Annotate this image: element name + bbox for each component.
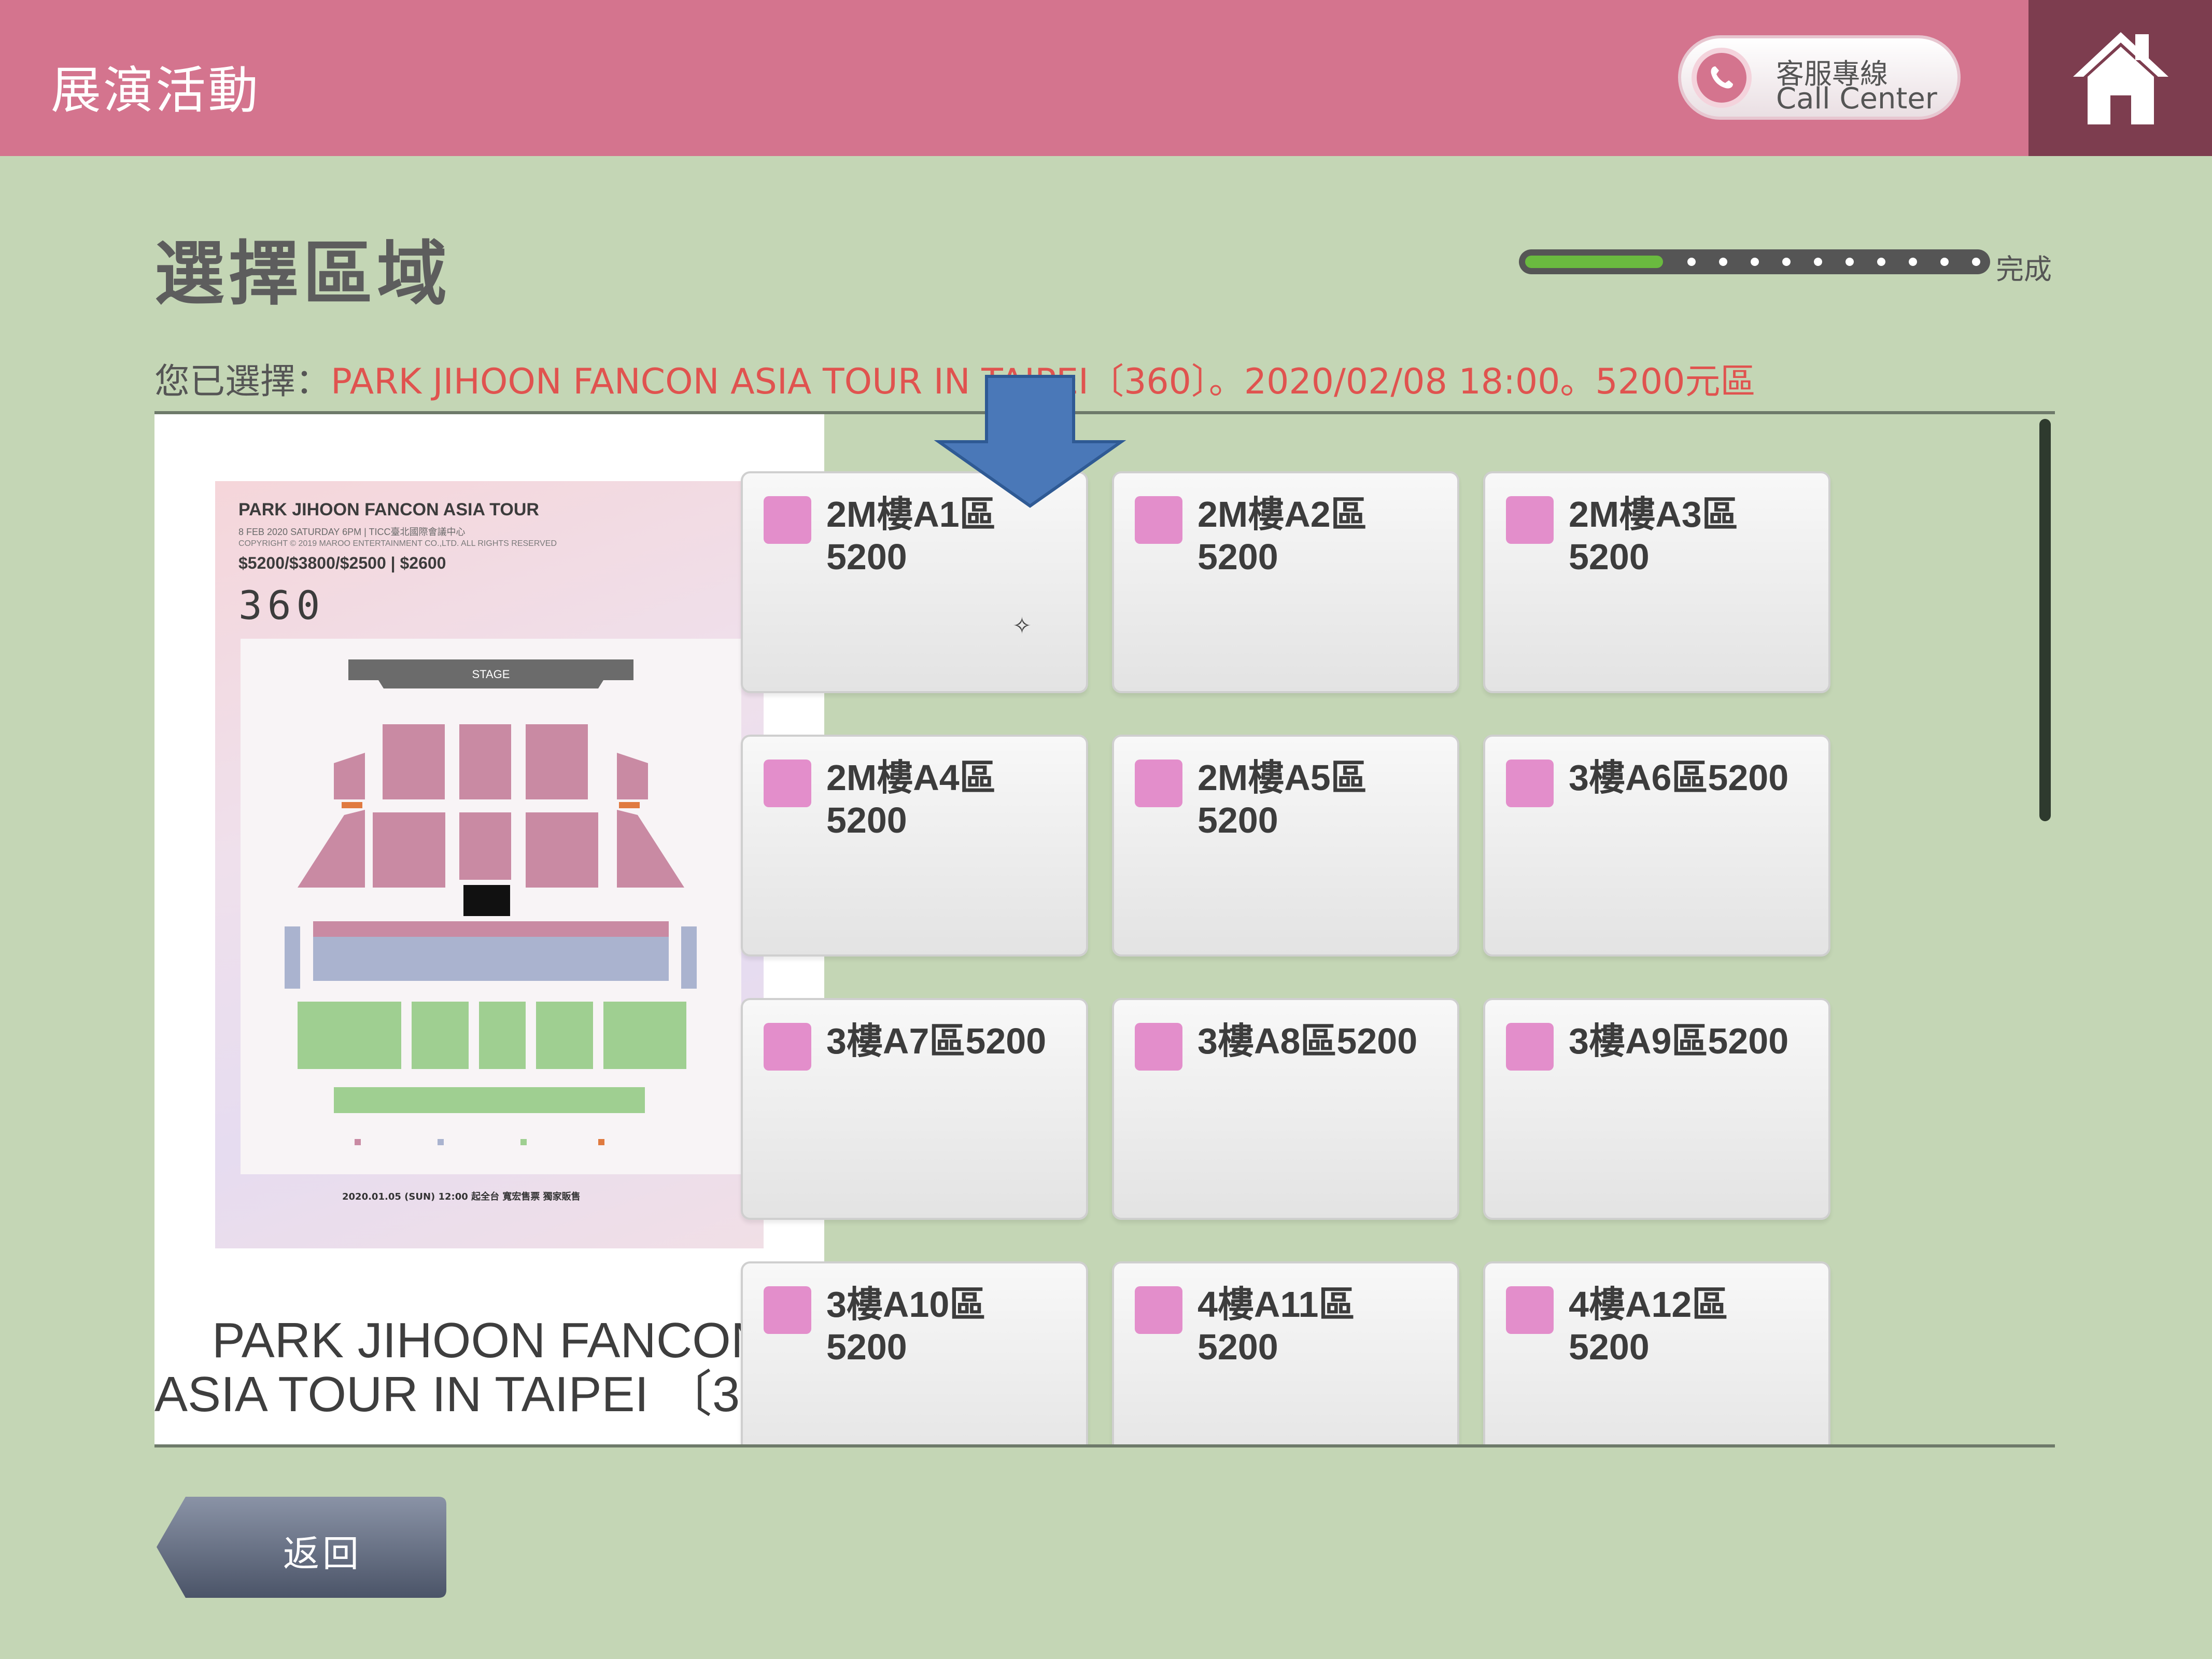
call-center-button[interactable]: 客服專線 Call Center — [1678, 35, 1961, 120]
area-label: 3樓A9區5200 — [1569, 1021, 1789, 1061]
progress-step-dot — [1845, 258, 1854, 266]
area-label: 3樓A8區5200 — [1197, 1021, 1418, 1061]
seat-map: STAGE — [241, 639, 741, 1174]
area-label: 2M樓A3區 5200 — [1569, 494, 1738, 577]
area-label: 2M樓A5區 5200 — [1197, 757, 1367, 840]
area-color-swatch — [1506, 760, 1554, 807]
poster-date: 8 FEB 2020 SATURDAY 6PM | TICC臺北國際會議中心 — [238, 527, 466, 537]
poster-venue: 360 — [238, 582, 326, 628]
poster-title: PARK JIHOON FANCON ASIA TOUR — [238, 500, 539, 519]
area-button[interactable]: 2M樓A3區 5200 — [1483, 471, 1830, 693]
progress-step-dot — [1814, 258, 1822, 266]
area-button[interactable]: 3樓A10區 5200 — [741, 1261, 1088, 1444]
home-button[interactable] — [2028, 0, 2212, 156]
progress-step-dot — [1751, 258, 1759, 266]
area-color-swatch — [1506, 1023, 1554, 1071]
progress-fill — [1525, 256, 1663, 268]
area-label: 4樓A11區 5200 — [1197, 1284, 1355, 1367]
poster-prices: $5200/$3800/$2500 | $2600 — [238, 554, 446, 572]
content-area: PARK JIHOON FANCON ASIA TOUR 8 FEB 2020 … — [154, 414, 2055, 1444]
event-card: PARK JIHOON FANCON ASIA TOUR 8 FEB 2020 … — [154, 414, 824, 1444]
area-button[interactable]: 2M樓A4區 5200 — [741, 735, 1088, 957]
area-color-swatch — [1506, 1286, 1554, 1334]
stage-label: STAGE — [472, 668, 510, 681]
area-label: 3樓A10區 5200 — [826, 1284, 986, 1367]
area-label: 2M樓A2區 5200 — [1197, 494, 1367, 577]
area-color-swatch — [1135, 496, 1182, 544]
call-center-label-en: Call Center — [1776, 82, 1937, 116]
area-color-swatch — [764, 496, 811, 544]
poster-footer: 2020.01.05 (SUN) 12:00 起全台 寬宏售票 獨家販售 — [342, 1191, 581, 1202]
area-color-swatch — [764, 1286, 811, 1334]
area-color-swatch — [1135, 760, 1182, 807]
area-label: 2M樓A4區 5200 — [826, 757, 996, 840]
area-label: 3樓A7區5200 — [826, 1021, 1047, 1061]
area-label: 4樓A12區 5200 — [1569, 1284, 1728, 1367]
area-color-swatch — [1135, 1286, 1182, 1334]
home-icon — [2073, 32, 2168, 124]
progress-bar — [1519, 249, 1990, 274]
area-label: 3樓A6區5200 — [1569, 757, 1789, 798]
area-color-swatch — [1135, 1023, 1182, 1071]
scrollbar[interactable] — [2039, 419, 2051, 821]
poster-copyright: COPYRIGHT © 2019 MAROO ENTERTAINMENT CO.… — [238, 539, 557, 548]
progress-step-dot — [1877, 258, 1885, 266]
area-button[interactable]: 4樓A12區 5200 — [1483, 1261, 1830, 1444]
area-button[interactable]: 3樓A9區5200 — [1483, 998, 1830, 1220]
page-title: 選擇區域 — [154, 233, 451, 315]
area-button[interactable]: 2M樓A2區 5200 — [1112, 471, 1459, 693]
progress-step-dot — [1719, 258, 1727, 266]
pointer-arrow-icon — [934, 375, 1126, 508]
area-color-swatch — [764, 760, 811, 807]
progress-step-dot — [1909, 258, 1917, 266]
progress-step-dot — [1782, 258, 1791, 266]
progress-label: 完成 — [1996, 253, 2052, 286]
area-color-swatch — [764, 1023, 811, 1071]
area-button[interactable]: 3樓A7區5200 — [741, 998, 1088, 1220]
area-button[interactable]: 3樓A6區5200 — [1483, 735, 1830, 957]
back-button-label: 返回 — [283, 1533, 362, 1575]
progress-step-dot — [1972, 258, 1980, 266]
app-title: 展演活動 — [51, 61, 260, 120]
event-name: PARK JIHOON FANCON ASIA TOUR IN TAIPEI 〔… — [154, 1313, 824, 1422]
cursor-icon: ✧ — [1012, 613, 1032, 639]
area-color-swatch — [1506, 496, 1554, 544]
back-button[interactable]: 返回 — [154, 1495, 448, 1600]
event-poster: PARK JIHOON FANCON ASIA TOUR 8 FEB 2020 … — [215, 481, 764, 1248]
app-header: 展演活動 客服專線 Call Center — [0, 0, 2212, 156]
content-bottom-divider — [154, 1444, 2055, 1447]
area-button[interactable]: 3樓A8區5200 — [1112, 998, 1459, 1220]
area-button[interactable]: 2M樓A5區 5200 — [1112, 735, 1459, 957]
progress-step-dot — [1687, 258, 1696, 266]
selection-label: 您已選擇： — [154, 361, 331, 402]
area-button[interactable]: 4樓A11區 5200 — [1112, 1261, 1459, 1444]
progress-step-dot — [1940, 258, 1949, 266]
phone-icon — [1692, 48, 1752, 108]
